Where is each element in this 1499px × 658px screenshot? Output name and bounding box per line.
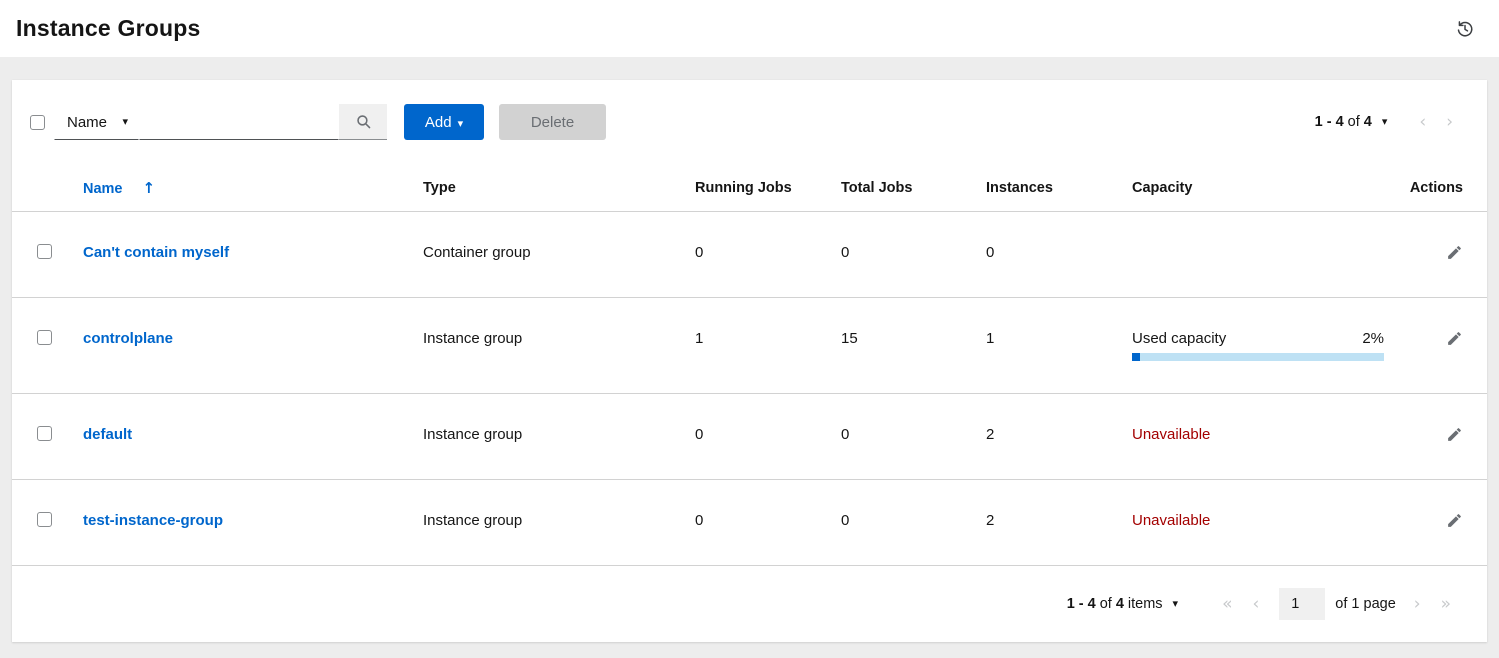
cell-running-jobs: 1	[695, 298, 841, 394]
history-icon-button[interactable]	[1453, 17, 1477, 41]
column-header-actions: Actions	[1397, 165, 1487, 212]
edit-button[interactable]	[1446, 426, 1463, 443]
pencil-icon	[1446, 244, 1463, 261]
capacity-progress-bar	[1132, 353, 1384, 361]
row-checkbox[interactable]	[37, 330, 52, 345]
chevron-down-icon: ▾	[1382, 117, 1388, 128]
cell-instances: 2	[986, 480, 1132, 566]
capacity-progress-fill	[1132, 353, 1140, 361]
pagination-top: 1 - 4 of 4 ▾ ‹ ›	[1315, 114, 1463, 131]
pagination-total: 4	[1364, 114, 1372, 130]
delete-button-label: Delete	[531, 114, 574, 131]
pagination-range: 1 - 4	[1315, 114, 1344, 130]
prev-page-button[interactable]: ‹	[1409, 114, 1436, 131]
cell-type: Instance group	[423, 480, 695, 566]
cell-type: Instance group	[423, 298, 695, 394]
row-checkbox[interactable]	[37, 244, 52, 259]
cell-running-jobs: 0	[695, 480, 841, 566]
current-page-input[interactable]	[1279, 588, 1325, 620]
instance-group-link[interactable]: default	[83, 426, 132, 443]
column-header-name[interactable]: Name↑	[83, 165, 423, 212]
pencil-icon	[1446, 426, 1463, 443]
column-header-total-jobs: Total Jobs	[841, 165, 986, 212]
filter-key-select[interactable]: Name ▾	[54, 104, 139, 140]
cell-type: Instance group	[423, 394, 695, 480]
search-icon	[355, 113, 372, 130]
pagination-top-summary[interactable]: 1 - 4 of 4 ▾	[1315, 114, 1388, 130]
table-row: test-instance-group Instance group 0 0 2…	[12, 480, 1487, 566]
chevron-down-icon: ▾	[458, 118, 464, 130]
pagination-items-word: items	[1128, 596, 1163, 612]
cell-capacity: Used capacity 2%	[1132, 298, 1397, 394]
pencil-icon	[1446, 512, 1463, 529]
cell-total-jobs: 0	[841, 394, 986, 480]
next-page-button[interactable]: ›	[1404, 596, 1431, 613]
table-row: controlplane Instance group 1 15 1 Used …	[12, 298, 1487, 394]
instance-groups-table: Name↑ Type Running Jobs Total Jobs Insta…	[12, 165, 1487, 566]
page-count-label: of 1 page	[1335, 596, 1395, 612]
add-button[interactable]: Add ▾	[404, 104, 484, 140]
cell-instances: 2	[986, 394, 1132, 480]
next-page-button[interactable]: ›	[1436, 114, 1463, 131]
pagination-total: 4	[1116, 596, 1124, 612]
column-header-capacity: Capacity	[1132, 165, 1397, 212]
cell-capacity	[1132, 212, 1397, 298]
column-header-instances: Instances	[986, 165, 1132, 212]
table-header-row: Name↑ Type Running Jobs Total Jobs Insta…	[12, 165, 1487, 212]
cell-total-jobs: 0	[841, 212, 986, 298]
sort-ascending-icon[interactable]: ↑	[143, 179, 156, 197]
pagination-of: of	[1100, 596, 1112, 612]
add-button-label: Add	[425, 114, 452, 131]
prev-page-button[interactable]: ‹	[1242, 596, 1269, 613]
search-input[interactable]	[139, 104, 339, 140]
first-page-button[interactable]: «	[1212, 596, 1242, 613]
edit-button[interactable]	[1446, 512, 1463, 529]
used-capacity-percent: 2%	[1362, 330, 1384, 347]
edit-button[interactable]	[1446, 244, 1463, 261]
filter-key-label: Name	[67, 114, 107, 131]
cell-instances: 0	[986, 212, 1132, 298]
search-button[interactable]	[339, 104, 387, 140]
pencil-icon	[1446, 330, 1463, 347]
cell-capacity: Unavailable	[1132, 480, 1397, 566]
column-header-running-jobs: Running Jobs	[695, 165, 841, 212]
cell-running-jobs: 0	[695, 212, 841, 298]
last-page-button[interactable]: »	[1431, 596, 1461, 613]
pagination-of: of	[1348, 114, 1360, 130]
row-checkbox[interactable]	[37, 512, 52, 527]
cell-capacity: Unavailable	[1132, 394, 1397, 480]
cell-type: Container group	[423, 212, 695, 298]
edit-button[interactable]	[1446, 330, 1463, 347]
list-toolbar: Name ▾ Add ▾ Delete 1 - 4 of 4 ▾	[12, 80, 1487, 140]
column-header-type: Type	[423, 165, 695, 212]
instance-groups-card: Name ▾ Add ▾ Delete 1 - 4 of 4 ▾	[12, 80, 1487, 642]
capacity-unavailable-label: Unavailable	[1132, 512, 1210, 529]
pagination-bottom: 1 - 4 of 4 items ▾ « ‹ of 1 page › »	[12, 566, 1487, 642]
page-title: Instance Groups	[16, 15, 200, 42]
select-all-checkbox[interactable]	[30, 115, 45, 130]
cell-total-jobs: 0	[841, 480, 986, 566]
instance-group-link[interactable]: controlplane	[83, 330, 173, 347]
pagination-range: 1 - 4	[1067, 596, 1096, 612]
cell-running-jobs: 0	[695, 394, 841, 480]
chevron-down-icon: ▾	[1173, 599, 1179, 610]
instance-group-link[interactable]: test-instance-group	[83, 512, 223, 529]
cell-instances: 1	[986, 298, 1132, 394]
chevron-down-icon: ▾	[122, 117, 128, 128]
row-checkbox[interactable]	[37, 426, 52, 441]
page-header: Instance Groups	[0, 0, 1499, 57]
instance-group-link[interactable]: Can't contain myself	[83, 244, 229, 261]
search-box	[139, 104, 387, 140]
table-row: Can't contain myself Container group 0 0…	[12, 212, 1487, 298]
cell-total-jobs: 15	[841, 298, 986, 394]
used-capacity-label: Used capacity	[1132, 330, 1226, 347]
pagination-bottom-summary[interactable]: 1 - 4 of 4 items ▾	[1067, 596, 1178, 612]
delete-button[interactable]: Delete	[499, 104, 606, 140]
history-icon	[1455, 19, 1475, 39]
table-row: default Instance group 0 0 2 Unavailable	[12, 394, 1487, 480]
capacity-unavailable-label: Unavailable	[1132, 426, 1210, 443]
